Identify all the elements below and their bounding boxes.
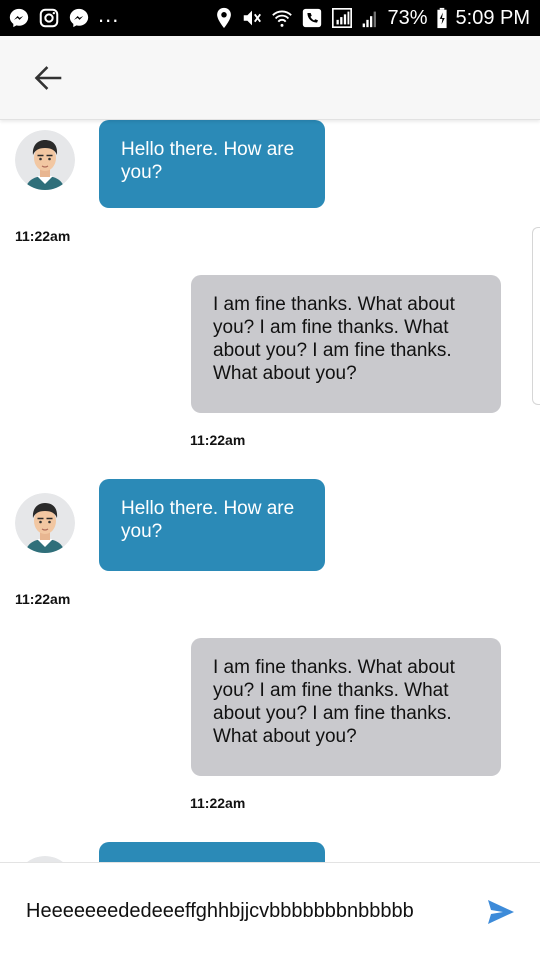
signal-icon (361, 7, 379, 29)
battery-icon (436, 7, 448, 29)
avatar (15, 493, 75, 553)
instagram-icon (38, 7, 60, 29)
status-bar: ... 73% 5:09 PM (0, 0, 540, 36)
message-text: I am fine thanks. What about you? I am f… (213, 294, 455, 384)
app-bar (0, 36, 540, 120)
status-right: 73% 5:09 PM (215, 7, 530, 30)
incoming-message-bubble[interactable] (99, 842, 325, 862)
message-text: Hello there. How are you? (121, 498, 295, 542)
outgoing-message-bubble[interactable]: I am fine thanks. What about you? I am f… (191, 638, 501, 776)
send-icon (488, 900, 514, 924)
incoming-message-bubble[interactable]: Hello there. How are you? (99, 120, 325, 208)
messenger-icon (68, 7, 90, 29)
arrow-left-icon (34, 66, 62, 90)
battery-percentage: 73% (387, 6, 428, 29)
message-list[interactable]: Hello there. How are you? 11:22am I am f… (0, 120, 540, 862)
message-text: Hello there. How are you? (121, 139, 295, 183)
incoming-message-bubble[interactable]: Hello there. How are you? (99, 479, 325, 571)
mute-icon (241, 7, 263, 29)
call-icon (301, 7, 323, 29)
messenger-icon (8, 7, 30, 29)
message-text: I am fine thanks. What about you? I am f… (213, 657, 455, 747)
more-notifications-indicator: ... (98, 2, 120, 27)
wifi-calling-icon (271, 7, 293, 29)
outgoing-message-bubble[interactable]: I am fine thanks. What about you? I am f… (191, 275, 501, 413)
message-timestamp: 11:22am (190, 432, 246, 448)
message-timestamp: 11:22am (190, 795, 246, 811)
location-icon (215, 7, 233, 29)
clock: 5:09 PM (455, 6, 530, 29)
send-button[interactable] (486, 897, 516, 927)
signal-icon (331, 7, 353, 29)
message-timestamp: 11:22am (15, 228, 71, 244)
avatar (15, 130, 75, 190)
scrollbar[interactable] (532, 227, 540, 405)
message-composer (0, 862, 540, 960)
message-timestamp: 11:22am (15, 591, 71, 607)
back-button[interactable] (28, 62, 68, 94)
message-input[interactable] (26, 893, 428, 929)
status-left: ... (8, 2, 119, 29)
